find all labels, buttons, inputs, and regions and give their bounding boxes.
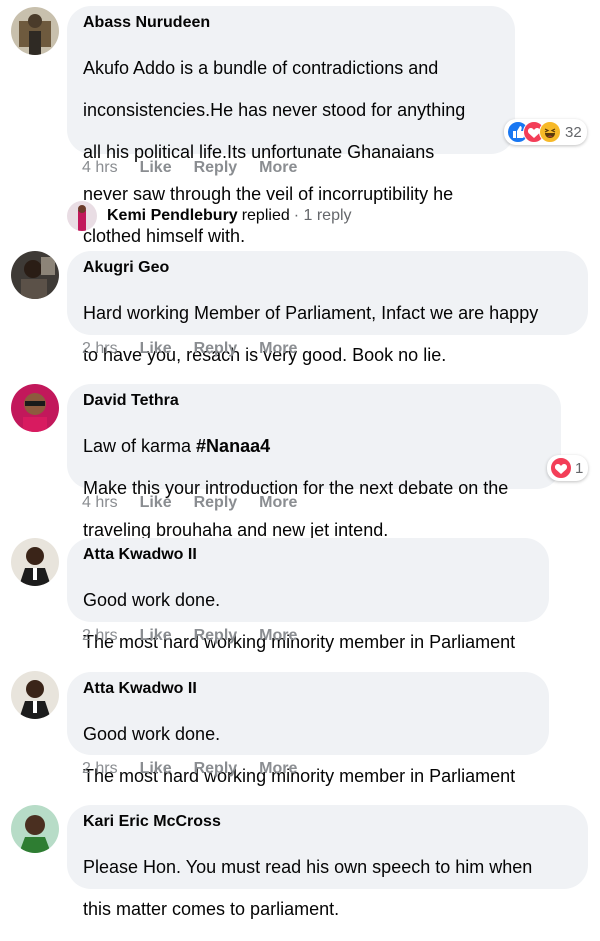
comment-text: Please Hon. You must read his own speech… xyxy=(83,857,533,919)
reaction-count: 1 xyxy=(575,459,584,477)
comment-bubble: David Tethra Law of karma #Nanaa4 Make t… xyxy=(67,384,561,540)
comment-time[interactable]: 4 hrs xyxy=(82,159,118,177)
more-button[interactable]: More xyxy=(259,627,297,645)
avatar-image xyxy=(11,538,59,586)
comment-bubble: Akugri Geo Hard working Member of Parlia… xyxy=(67,251,588,365)
more-button[interactable]: More xyxy=(259,494,297,512)
avatar[interactable] xyxy=(11,538,59,586)
reply-author[interactable]: Kemi Pendlebury xyxy=(107,207,238,225)
comment-text: Good work done. The most hard working mi… xyxy=(83,724,516,786)
reply-button[interactable]: Reply xyxy=(194,627,238,645)
reply-label: replied xyxy=(241,207,290,224)
avatar-image xyxy=(11,251,59,299)
reaction-summary[interactable]: 32 xyxy=(504,119,587,145)
like-button[interactable]: Like xyxy=(140,494,172,512)
like-button[interactable]: Like xyxy=(140,627,172,645)
reaction-count: 32 xyxy=(565,123,582,141)
reply-count[interactable]: · 1 reply xyxy=(294,207,352,225)
comment-author[interactable]: Atta Kwadwo II xyxy=(83,546,533,564)
comment-author[interactable]: Atta Kwadwo II xyxy=(83,680,533,698)
comment-actions: 2 hrs Like Reply More xyxy=(82,340,319,358)
comment-bubble: Atta Kwadwo II Good work done. The most … xyxy=(67,672,549,786)
reply-button[interactable]: Reply xyxy=(194,494,238,512)
avatar-image xyxy=(11,384,59,432)
comment-time[interactable]: 2 hrs xyxy=(82,760,118,778)
avatar[interactable] xyxy=(11,384,59,432)
more-button[interactable]: More xyxy=(259,340,297,358)
avatar[interactable] xyxy=(11,7,59,55)
reply-button[interactable]: Reply xyxy=(194,340,238,358)
comment-text: Good work done. The most hard working mi… xyxy=(83,590,516,652)
avatar-image xyxy=(11,7,59,55)
comment-author[interactable]: David Tethra xyxy=(83,392,545,410)
haha-icon xyxy=(539,121,561,143)
reaction-summary[interactable]: 1 xyxy=(547,455,589,481)
view-replies-link[interactable]: Kemi Pendlebury replied · 1 reply xyxy=(67,201,352,231)
comment-bubble: Kari Eric McCross Please Hon. You must r… xyxy=(67,805,588,919)
love-icon xyxy=(550,457,572,479)
avatar-image xyxy=(11,671,59,719)
reply-button[interactable]: Reply xyxy=(194,760,238,778)
avatar-image xyxy=(11,805,59,853)
more-button[interactable]: More xyxy=(259,760,297,778)
avatar[interactable] xyxy=(11,671,59,719)
avatar[interactable] xyxy=(11,805,59,853)
more-button[interactable]: More xyxy=(259,159,297,177)
avatar-image xyxy=(67,201,97,231)
hashtag-link[interactable]: #Nanaa4 xyxy=(196,436,270,456)
comment-text: Hard working Member of Parliament, Infac… xyxy=(83,303,539,365)
avatar[interactable] xyxy=(11,251,59,299)
comment-actions: 4 hrs Like Reply More xyxy=(82,159,319,177)
comment-time[interactable]: 2 hrs xyxy=(82,340,118,358)
comment-bubble: Abass Nurudeen Akufo Addo is a bundle of… xyxy=(67,6,515,246)
comment-author[interactable]: Akugri Geo xyxy=(83,259,572,277)
comment-text: Akufo Addo is a bundle of contradictions… xyxy=(83,58,466,246)
comment-author[interactable]: Abass Nurudeen xyxy=(83,14,499,32)
comment-actions: 4 hrs Like Reply More xyxy=(82,494,319,512)
comment-bubble: Atta Kwadwo II Good work done. The most … xyxy=(67,538,549,652)
avatar xyxy=(67,201,97,231)
comment-time[interactable]: 4 hrs xyxy=(82,494,118,512)
like-button[interactable]: Like xyxy=(140,340,172,358)
comment-author[interactable]: Kari Eric McCross xyxy=(83,813,572,831)
reply-button[interactable]: Reply xyxy=(194,159,238,177)
comment-actions: 2 hrs Like Reply More xyxy=(82,627,319,645)
like-button[interactable]: Like xyxy=(140,760,172,778)
comment-actions: 2 hrs Like Reply More xyxy=(82,760,319,778)
comment-time[interactable]: 2 hrs xyxy=(82,627,118,645)
like-button[interactable]: Like xyxy=(140,159,172,177)
